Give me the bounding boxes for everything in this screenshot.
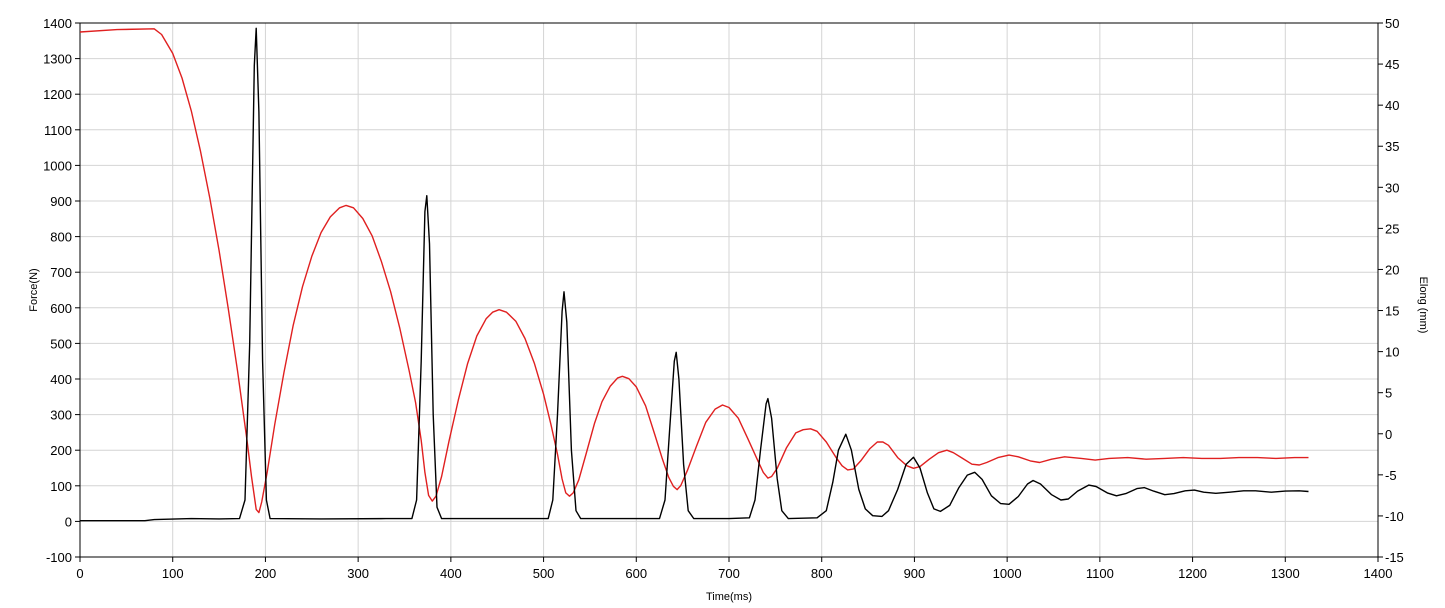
left-y-tick-label: 1000: [43, 158, 72, 173]
right-y-tick-label: 10: [1385, 345, 1399, 360]
x-tick-label: 900: [904, 566, 926, 581]
left-y-tick-label: 900: [50, 194, 72, 209]
left-y-tick-label: 400: [50, 372, 72, 387]
right-y-tick-label: -15: [1385, 550, 1404, 565]
x-axis-title: Time(ms): [706, 591, 752, 603]
left-y-tick-label: 300: [50, 408, 72, 423]
right-y-tick-label: 0: [1385, 427, 1392, 442]
right-y-tick-label: 5: [1385, 386, 1392, 401]
right-y-tick-label: 40: [1385, 98, 1399, 113]
left-y-tick-label: 1100: [44, 123, 72, 138]
x-tick-label: 1200: [1178, 566, 1207, 581]
right-y-tick-label: 30: [1385, 180, 1399, 195]
right-y-tick-label: 45: [1385, 57, 1399, 72]
right-y-tick-label: 50: [1385, 16, 1399, 31]
x-tick-label: 300: [347, 566, 369, 581]
left-y-tick-label: 1200: [43, 87, 72, 102]
x-tick-label: 400: [440, 566, 462, 581]
left-y-tick-label: 800: [50, 230, 72, 245]
right-y-tick-label: 20: [1385, 262, 1399, 277]
left-y-tick-label: 1300: [43, 52, 72, 67]
left-y-axis-title: Force(N): [28, 268, 40, 311]
left-y-tick-label: 600: [50, 301, 72, 316]
right-y-tick-label: 25: [1385, 221, 1399, 236]
x-tick-label: 1300: [1271, 566, 1300, 581]
right-y-tick-label: -10: [1385, 509, 1404, 524]
x-tick-label: 700: [718, 566, 740, 581]
left-y-tick-label: 100: [50, 479, 72, 494]
left-y-tick-label: 1400: [43, 16, 72, 31]
x-tick-label: 800: [811, 566, 833, 581]
x-tick-label: 1100: [1086, 566, 1114, 581]
x-tick-label: 600: [625, 566, 647, 581]
x-tick-label: 1400: [1364, 566, 1393, 581]
left-y-tick-label: 200: [50, 443, 72, 458]
x-tick-label: 0: [76, 566, 83, 581]
left-y-tick-label: 0: [65, 514, 72, 529]
x-tick-label: 1000: [993, 566, 1022, 581]
left-y-tick-label: 700: [50, 265, 72, 280]
dual-axis-line-chart: 0 100 200 300 400 500 600 700 800 900 1000 1100 1200…: [0, 0, 1445, 608]
x-tick-label: 200: [255, 566, 277, 581]
right-y-tick-label: -5: [1385, 468, 1397, 483]
right-y-tick-label: 35: [1385, 139, 1399, 154]
x-tick-label: 500: [533, 566, 555, 581]
right-y-axis-title: Elong (mm): [1417, 277, 1429, 334]
left-y-tick-label: -100: [46, 550, 72, 565]
left-y-tick-label: 500: [50, 336, 72, 351]
right-y-tick-label: 15: [1385, 304, 1399, 319]
x-tick-label: 100: [162, 566, 184, 581]
